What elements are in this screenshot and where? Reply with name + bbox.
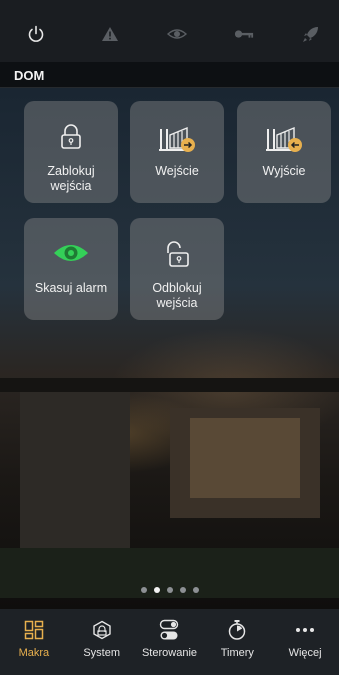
rocket-icon[interactable]: [301, 24, 321, 44]
nav-item-system[interactable]: System: [68, 609, 136, 675]
nav-label: Więcej: [288, 647, 322, 659]
nav-item-timery[interactable]: Timery: [203, 609, 271, 675]
app-screen: DOM Zablokuj wejścia Wejście Wyjście Ska…: [0, 0, 339, 675]
page-dot[interactable]: [166, 587, 173, 593]
lock-closed-icon: [60, 124, 82, 158]
power-icon[interactable]: [26, 24, 46, 44]
tile-label: Wejście: [155, 164, 199, 178]
bottom-nav: Makra System Sterowanie Timery Więcej: [0, 609, 339, 675]
top-status-bar: [0, 0, 339, 62]
tile-exit[interactable]: Wyjście: [237, 101, 331, 203]
section-header: DOM: [0, 62, 339, 88]
more-icon: [294, 619, 316, 641]
tile-label: Skasuj alarm: [34, 281, 108, 295]
gate-exit-icon: [264, 124, 304, 158]
macros-icon: [23, 619, 45, 641]
tile-unlock-entrances[interactable]: Odblokuj wejścia: [130, 218, 224, 320]
nav-label: System: [83, 647, 121, 659]
tile-label: Odblokuj wejścia: [152, 281, 202, 310]
page-dot[interactable]: [140, 587, 147, 593]
key-icon[interactable]: [234, 24, 254, 44]
eye-icon[interactable]: [167, 24, 187, 44]
tile-label: Zablokuj wejścia: [47, 164, 95, 193]
nav-label: Timery: [220, 647, 254, 659]
timer-icon: [226, 619, 248, 641]
page-indicator: [0, 587, 339, 593]
gate-enter-icon: [157, 124, 197, 158]
page-dot[interactable]: [179, 587, 186, 593]
eye-icon: [53, 241, 89, 275]
nav-label: Makra: [18, 647, 50, 659]
nav-item-makra[interactable]: Makra: [0, 609, 68, 675]
page-dot-active[interactable]: [153, 587, 160, 593]
tile-entry[interactable]: Wejście: [130, 101, 224, 203]
warning-icon[interactable]: [100, 24, 120, 44]
page-dot[interactable]: [192, 587, 199, 593]
tile-label: Wyjście: [262, 164, 306, 178]
nav-item-sterowanie[interactable]: Sterowanie: [136, 609, 204, 675]
lock-open-icon: [164, 241, 190, 275]
nav-item-wiecej[interactable]: Więcej: [271, 609, 339, 675]
tile-clear-alarm[interactable]: Skasuj alarm: [24, 218, 118, 320]
toggle-icon: [158, 619, 180, 641]
section-title: DOM: [14, 68, 45, 83]
house-illustration: [0, 338, 339, 598]
tile-lock-entrances[interactable]: Zablokuj wejścia: [24, 101, 118, 203]
nav-label: Sterowanie: [141, 647, 198, 659]
system-icon: [91, 619, 113, 641]
